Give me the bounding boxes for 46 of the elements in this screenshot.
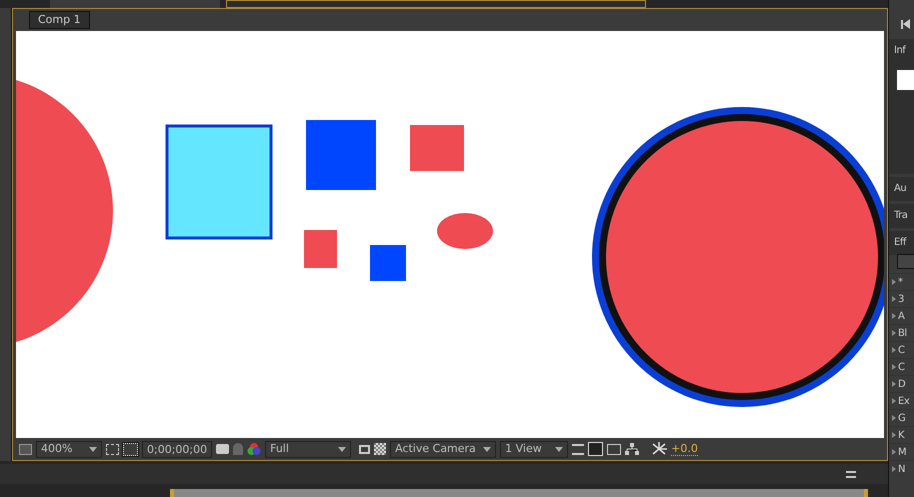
camera-dropdown[interactable]: Active Camera: [390, 440, 496, 458]
caret-icon: [89, 446, 97, 452]
timecode-field[interactable]: 0;00;00;00: [142, 440, 212, 458]
ellipse-shape: [437, 213, 493, 249]
panel-title[interactable]: Inf: [889, 39, 914, 62]
exposure-value[interactable]: +0.0: [671, 442, 698, 456]
region-icon[interactable]: [123, 442, 138, 456]
layout-icon[interactable]: [19, 444, 32, 454]
effect-category[interactable]: C: [889, 341, 914, 358]
caret-icon: [483, 446, 492, 452]
square-shape: [306, 120, 376, 190]
zoom-dropdown[interactable]: 400%: [36, 440, 102, 458]
color-channels-icon[interactable]: [247, 442, 262, 456]
effect-category[interactable]: 3: [889, 290, 914, 307]
caret-icon: [338, 446, 346, 452]
effect-category[interactable]: Ex: [889, 392, 914, 409]
effect-category[interactable]: Bl: [889, 324, 914, 341]
grid-icon[interactable]: [106, 444, 119, 454]
view-layout-dropdown[interactable]: 1 View: [500, 440, 568, 458]
effect-category[interactable]: *: [889, 273, 914, 290]
panel-title[interactable]: Tra: [889, 204, 914, 227]
caret-icon: [555, 446, 564, 452]
square-shape: [304, 230, 337, 268]
flowchart-icon[interactable]: [625, 443, 640, 455]
checkerboard-icon[interactable]: [374, 443, 386, 455]
effect-category[interactable]: M: [889, 443, 914, 460]
effect-category[interactable]: C: [889, 358, 914, 375]
aperture-icon[interactable]: [651, 442, 668, 456]
composition-breadcrumb[interactable]: Comp 1: [29, 10, 90, 30]
ruler-icon[interactable]: [607, 444, 622, 454]
square-shape: [370, 245, 406, 281]
square-shape: [410, 125, 464, 171]
effect-category[interactable]: G: [889, 409, 914, 426]
frame-icon[interactable]: [572, 444, 584, 454]
panel-tab[interactable]: [226, 0, 646, 8]
effect-category[interactable]: N: [889, 460, 914, 477]
panel-title[interactable]: Au: [889, 177, 914, 200]
search-field[interactable]: [897, 254, 914, 269]
resolution-dropdown[interactable]: Full: [265, 440, 352, 458]
camera-icon[interactable]: [216, 444, 230, 454]
effect-category[interactable]: K: [889, 426, 914, 443]
menu-icon[interactable]: [846, 470, 856, 478]
panel-title[interactable]: Eff: [889, 231, 914, 254]
color-swatch: [897, 70, 914, 90]
effect-category[interactable]: D: [889, 375, 914, 392]
effect-category[interactable]: A: [889, 307, 914, 324]
